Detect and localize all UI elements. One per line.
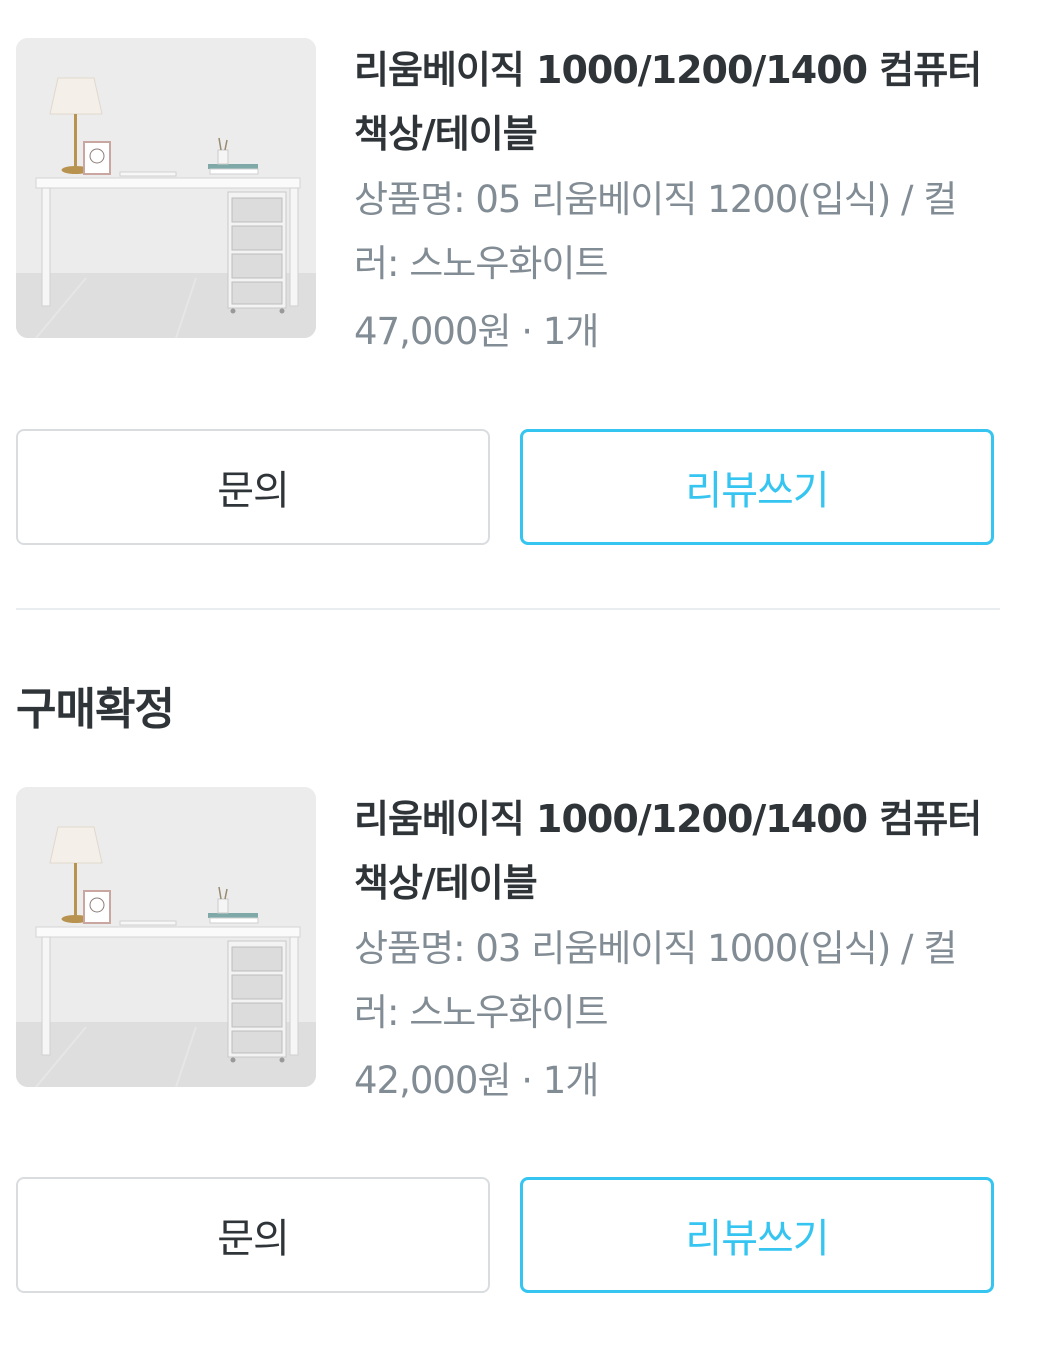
product-info: 리움베이직 1000/1200/1400 컴퓨터책상/테이블 상품명: 03 리… <box>354 787 1000 1111</box>
order-list-page: 리움베이직 1000/1200/1400 컴퓨터책상/테이블 상품명: 05 리… <box>0 0 1048 1356</box>
write-review-button[interactable]: 리뷰쓰기 <box>520 429 994 545</box>
inquiry-button[interactable]: 문의 <box>16 1177 490 1293</box>
product-name[interactable]: 리움베이직 1000/1200/1400 컴퓨터책상/테이블 <box>354 38 1000 166</box>
section-divider <box>16 608 1000 610</box>
product-name[interactable]: 리움베이직 1000/1200/1400 컴퓨터책상/테이블 <box>354 787 1000 915</box>
product-thumbnail[interactable] <box>16 787 316 1087</box>
write-review-button[interactable]: 리뷰쓰기 <box>520 1177 994 1293</box>
order-item[interactable]: 리움베이직 1000/1200/1400 컴퓨터책상/테이블 상품명: 03 리… <box>16 787 1000 1102</box>
product-option: 상품명: 03 리움베이직 1000(입식) / 컬러: 스노우화이트 <box>354 927 957 1034</box>
product-thumbnail[interactable] <box>16 38 316 338</box>
desk-product-image <box>16 787 316 1087</box>
product-info: 리움베이직 1000/1200/1400 컴퓨터책상/테이블 상품명: 05 리… <box>354 38 1000 362</box>
inquiry-button[interactable]: 문의 <box>16 429 490 545</box>
desk-product-image <box>16 38 316 338</box>
action-button-row: 문의 리뷰쓰기 <box>16 429 1000 549</box>
product-option: 상품명: 05 리움베이직 1200(입식) / 컬러: 스노우화이트 <box>354 178 957 285</box>
price-quantity: 42,000원 · 1개 <box>354 1059 599 1102</box>
action-button-row: 문의 리뷰쓰기 <box>16 1177 1000 1297</box>
order-item[interactable]: 리움베이직 1000/1200/1400 컴퓨터책상/테이블 상품명: 05 리… <box>16 38 1000 353</box>
order-status-title: 구매확정 <box>16 684 175 735</box>
price-quantity: 47,000원 · 1개 <box>354 310 599 353</box>
